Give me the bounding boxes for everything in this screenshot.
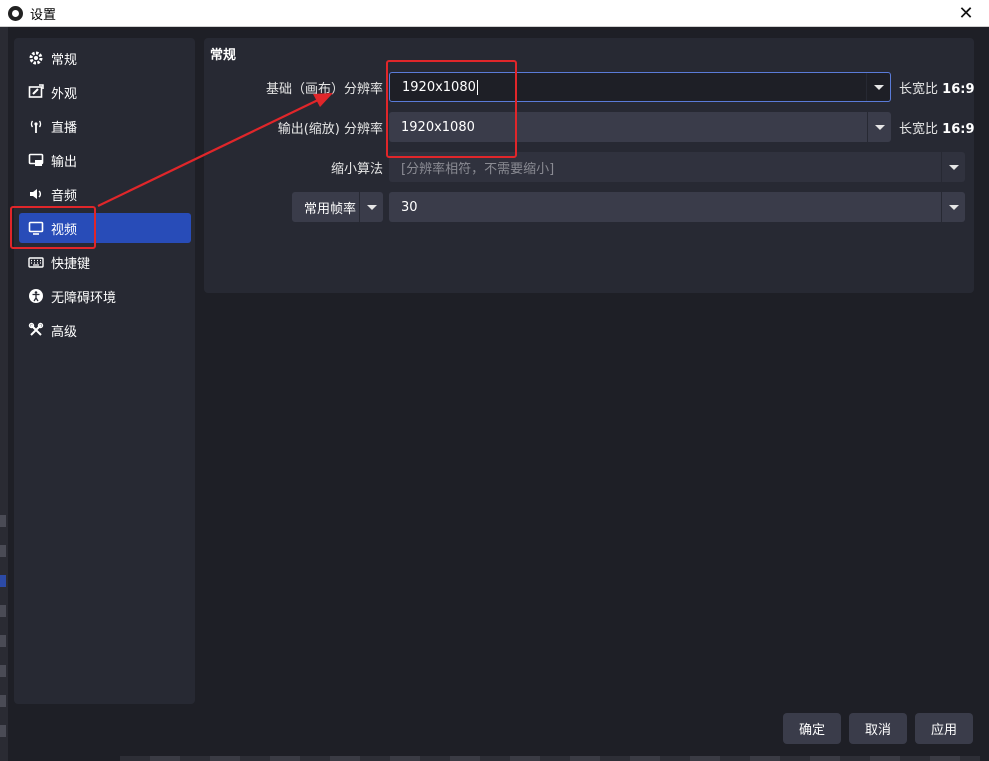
output-resolution-label: 输出(缩放) 分辨率 [277,122,383,137]
base-resolution-label: 基础（画布）分辨率 [265,82,383,97]
aspect-label: 长宽比 [899,82,939,97]
accessibility-icon [27,287,45,305]
base-aspect-ratio: 长宽比 16:9 [899,78,975,97]
sidebar-item-label: 外观 [51,86,78,102]
gear-icon [27,49,45,67]
edge-mark [0,575,6,587]
background-window-edge [0,27,8,761]
keyboard-icon [27,253,45,271]
window-title: 设置 [30,7,57,23]
sidebar-item-video[interactable]: 视频 [19,213,191,243]
output-aspect-ratio: 长宽比 16:9 [899,118,975,137]
chevron-down-icon[interactable] [866,73,890,101]
output-resolution-combobox[interactable]: 1920x1080 [389,112,891,142]
sidebar-item-stream[interactable]: 直播 [19,111,191,141]
sidebar-item-label: 常规 [51,52,78,68]
text-caret [476,79,478,95]
fps-type-value: 常用帧率 [304,201,357,217]
title-bar: 设置 ✕ [0,0,989,27]
sidebar-item-hotkeys[interactable]: 快捷键 [19,247,191,277]
cancel-button[interactable]: 取消 [849,713,907,744]
chevron-down-icon[interactable] [941,192,965,222]
edge-mark [0,635,6,647]
edge-mark [0,605,6,617]
aspect-value: 16:9 [942,82,975,97]
output-resolution-value: 1920x1080 [401,119,475,135]
section-title: 常规 [210,48,237,63]
close-button[interactable]: ✕ [943,0,989,27]
apply-button[interactable]: 应用 [915,713,973,744]
sidebar-item-label: 直播 [51,120,78,136]
fps-type-select[interactable]: 常用帧率 [292,192,383,222]
sidebar-item-general[interactable]: 常规 [19,43,191,73]
sidebar-item-label: 高级 [51,324,78,340]
downscale-filter-select[interactable]: [分辨率相符，不需要缩小] [389,152,965,182]
base-resolution-value: 1920x1080 [402,79,476,95]
settings-sidebar: 常规 外观 直播 输出 音频 视频 快捷键 无障碍环境 高级 [14,38,195,704]
edge-mark [0,545,6,557]
chevron-down-icon[interactable] [359,192,383,222]
base-resolution-combobox[interactable]: 1920x1080 [389,72,891,102]
sidebar-item-audio[interactable]: 音频 [19,179,191,209]
downscale-filter-value: [分辨率相符，不需要缩小] [401,161,555,177]
obs-logo-icon [8,5,23,21]
sidebar-item-label: 快捷键 [51,256,91,272]
fps-value: 30 [401,199,418,215]
edge-mark [0,515,6,527]
output-icon [27,151,45,169]
monitor-icon [27,219,45,237]
fps-value-select[interactable]: 30 [389,192,965,222]
sidebar-item-label: 输出 [51,154,78,170]
ok-button[interactable]: 确定 [783,713,841,744]
background-taskbar-edge [120,756,980,761]
chevron-down-icon[interactable] [941,152,965,182]
sidebar-item-appearance[interactable]: 外观 [19,77,191,107]
sidebar-item-label: 音频 [51,188,78,204]
sidebar-item-advanced[interactable]: 高级 [19,315,191,345]
chevron-down-icon[interactable] [867,112,891,142]
appearance-icon [27,83,45,101]
edge-mark [0,725,6,737]
tools-icon [27,321,45,339]
antenna-icon [27,117,45,135]
sidebar-item-label: 视频 [51,222,78,238]
speaker-icon [27,185,45,203]
sidebar-item-accessibility[interactable]: 无障碍环境 [19,281,191,311]
edge-mark [0,695,6,707]
sidebar-item-output[interactable]: 输出 [19,145,191,175]
downscale-filter-label: 缩小算法 [330,162,383,177]
edge-mark [0,665,6,677]
aspect-label: 长宽比 [899,122,939,137]
video-settings-panel: 常规 基础（画布）分辨率 1920x1080 长宽比 16:9 输出(缩放) 分… [204,38,975,293]
aspect-value: 16:9 [942,122,975,137]
sidebar-item-label: 无障碍环境 [51,290,117,306]
